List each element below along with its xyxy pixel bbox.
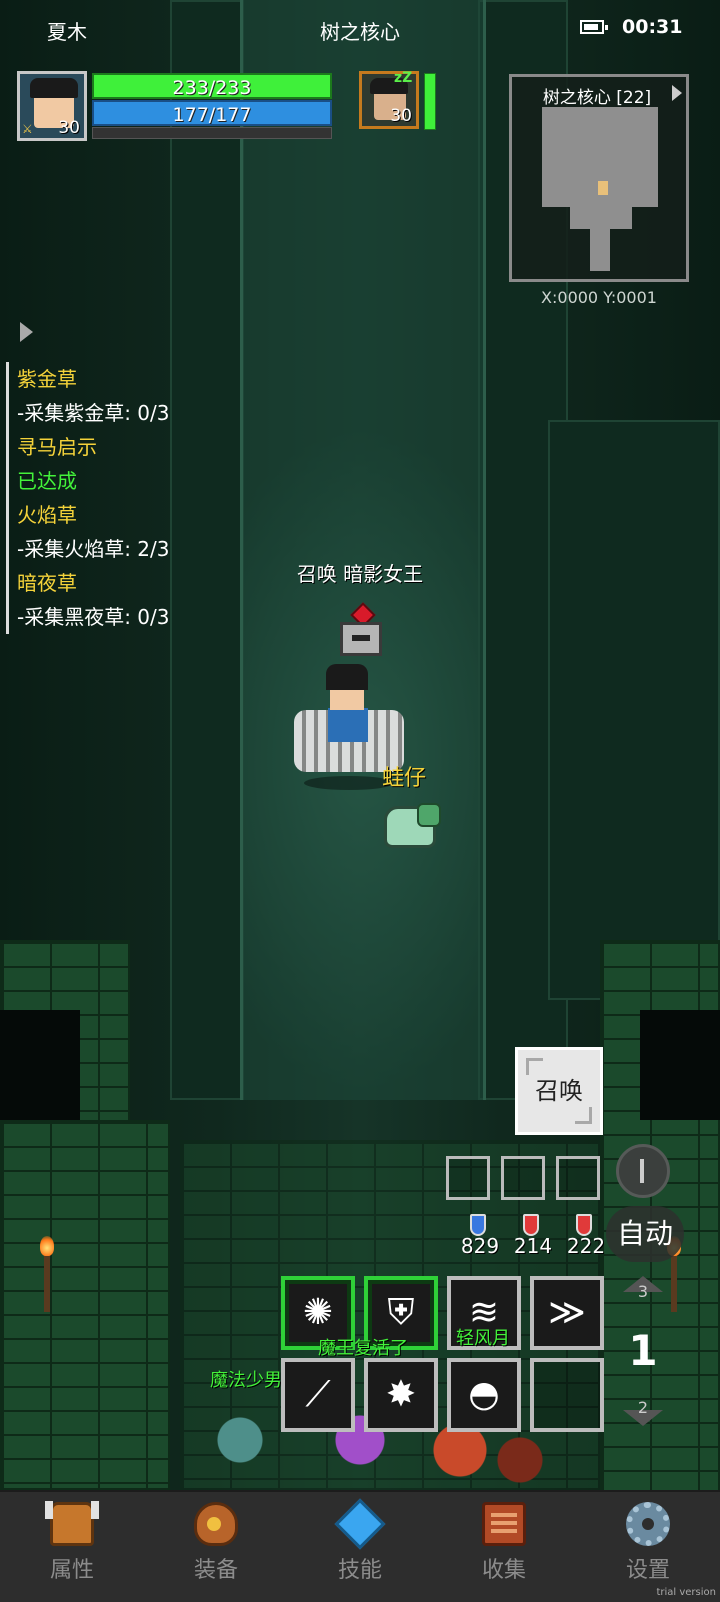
health-potion-slot[interactable]: 222: [562, 1212, 610, 1260]
skill-page-down-button[interactable]: 2: [618, 1392, 668, 1426]
page-down-number: 2: [637, 1398, 649, 1417]
battery-icon: [580, 20, 608, 34]
quest-detail: 已达成: [17, 469, 77, 493]
summon-altar[interactable]: [340, 622, 382, 656]
skill-slot-8[interactable]: [530, 1358, 604, 1432]
quest-detail: -采集紫金草: 0/3: [17, 401, 170, 425]
summon-target-label: 召唤 暗影女王: [296, 562, 424, 586]
skill-slot-6[interactable]: ✸: [364, 1358, 438, 1432]
skill-page-up-button[interactable]: 3: [618, 1276, 668, 1310]
left-torch: [44, 1252, 50, 1312]
hero-shadow: [304, 776, 394, 790]
book-icon: [482, 1502, 526, 1546]
sword-class-icon: ⚔: [22, 122, 33, 136]
other-player-name[interactable]: 魔法少男: [210, 1366, 282, 1392]
left-doorway: [0, 1010, 80, 1120]
xp-bar: [92, 127, 332, 139]
quest-collapse-icon[interactable]: [20, 322, 33, 342]
minimap[interactable]: 树之核心 [22]: [509, 74, 689, 282]
quest-title[interactable]: 紫金草: [17, 362, 277, 396]
skill-page-indicator: 1: [628, 1326, 658, 1375]
quick-slot-2[interactable]: [501, 1156, 545, 1200]
nav-collection[interactable]: 收集: [432, 1492, 576, 1602]
shatter-icon: ✸: [385, 1374, 417, 1415]
companion-portrait[interactable]: zZ 30: [359, 70, 419, 129]
frog-pet[interactable]: [384, 803, 441, 848]
minimap-title: 树之核心 [22]: [542, 88, 652, 108]
nav-settings[interactable]: 设置: [576, 1492, 720, 1602]
right-doorway: [640, 1010, 720, 1120]
quest-tracker[interactable]: 紫金草 -采集紫金草: 0/3 寻马启示 已达成 火焰草 -采集火焰草: 2/3…: [6, 362, 277, 634]
nav-label: 装备: [193, 1558, 238, 1583]
quest-detail: -采集火焰草: 2/3: [17, 537, 170, 561]
minimap-expand-icon[interactable]: [672, 85, 682, 101]
nav-equipment[interactable]: 装备: [144, 1492, 288, 1602]
auto-battle-button[interactable]: 自动: [606, 1206, 684, 1262]
hero-hair: [326, 664, 368, 690]
dash-strike-icon: ≫: [548, 1292, 586, 1333]
quest-detail: -采集黑夜草: 0/3: [17, 605, 170, 629]
target-lock-button[interactable]: [616, 1144, 670, 1198]
crystal-icon: [334, 1498, 386, 1550]
blue-potion-icon: [470, 1214, 486, 1236]
helmet-icon: [45, 1501, 99, 1546]
page-up-number: 3: [637, 1282, 649, 1301]
minimap-corridor: [590, 227, 610, 271]
left-torch-flame: [40, 1236, 54, 1256]
nav-label: 收集: [481, 1558, 526, 1583]
hp-bar: 233/233: [92, 73, 332, 99]
coordinates: X:0000 Y:0001: [541, 288, 657, 307]
skill-slot-5[interactable]: ⟋: [281, 1358, 355, 1432]
player-level: 30: [58, 118, 80, 138]
health-potion-slot[interactable]: 214: [509, 1212, 557, 1260]
skill-slot-4[interactable]: ≫: [530, 1276, 604, 1350]
right-torch: [671, 1252, 677, 1312]
nav-label: 设置: [625, 1558, 670, 1583]
mana-potion-slot[interactable]: 829: [456, 1212, 504, 1260]
feather-blade-icon: ⟋: [305, 1374, 331, 1415]
player-portrait[interactable]: ⚔ 30: [17, 71, 87, 141]
quest-title[interactable]: 暗夜草: [17, 566, 277, 600]
map-title: 树之核心: [320, 20, 400, 44]
summon-button-label: 召唤: [535, 1077, 583, 1105]
red-potion-icon: [523, 1214, 539, 1236]
nav-label: 属性: [49, 1558, 94, 1583]
quick-slot-1[interactable]: [446, 1156, 490, 1200]
clock: 00:31: [622, 16, 683, 38]
bottom-navigation: 属性 装备 技能 收集 设置 trial version: [0, 1490, 720, 1602]
mp-bar: 177/177: [92, 100, 332, 126]
red-potion-icon: [576, 1214, 592, 1236]
corner-decoration: [575, 1107, 592, 1124]
skill-slot-7[interactable]: ◓: [447, 1358, 521, 1432]
right-room-wall: [548, 420, 720, 1000]
hero-portrait-hair: [30, 78, 78, 98]
status-bar: 夏木 树之核心 00:31: [0, 16, 720, 46]
other-player-name[interactable]: 魔王复活了: [318, 1334, 408, 1360]
bag-icon: [194, 1502, 238, 1546]
minimap-corridor: [570, 205, 632, 229]
potion-count: 829: [460, 1234, 500, 1258]
sleep-icon: zZ: [394, 70, 413, 86]
quick-slot-3[interactable]: [556, 1156, 600, 1200]
companion-level: 30: [390, 106, 412, 126]
corner-decoration: [526, 1058, 543, 1075]
companion-hp-bar: [424, 73, 436, 130]
summon-button[interactable]: 召唤: [515, 1047, 603, 1135]
potion-count: 214: [513, 1234, 553, 1258]
quest-title[interactable]: 寻马启示: [17, 430, 277, 464]
hero-body: [328, 708, 368, 742]
gear-icon: [626, 1502, 670, 1546]
nav-skills[interactable]: 技能: [288, 1492, 432, 1602]
nav-label: 技能: [337, 1558, 382, 1583]
nav-attributes[interactable]: 属性: [0, 1492, 144, 1602]
hooded-mage-icon: ◓: [468, 1374, 500, 1415]
quest-title[interactable]: 火焰草: [17, 498, 277, 532]
minimap-player-marker: [598, 181, 608, 195]
pet-name-label: 蛙仔: [382, 766, 427, 791]
other-player-name[interactable]: 轻风月: [456, 1324, 510, 1350]
left-brick-base: [0, 1120, 170, 1490]
watermark: trial version: [656, 1587, 716, 1598]
empty-slot: [534, 1362, 600, 1428]
